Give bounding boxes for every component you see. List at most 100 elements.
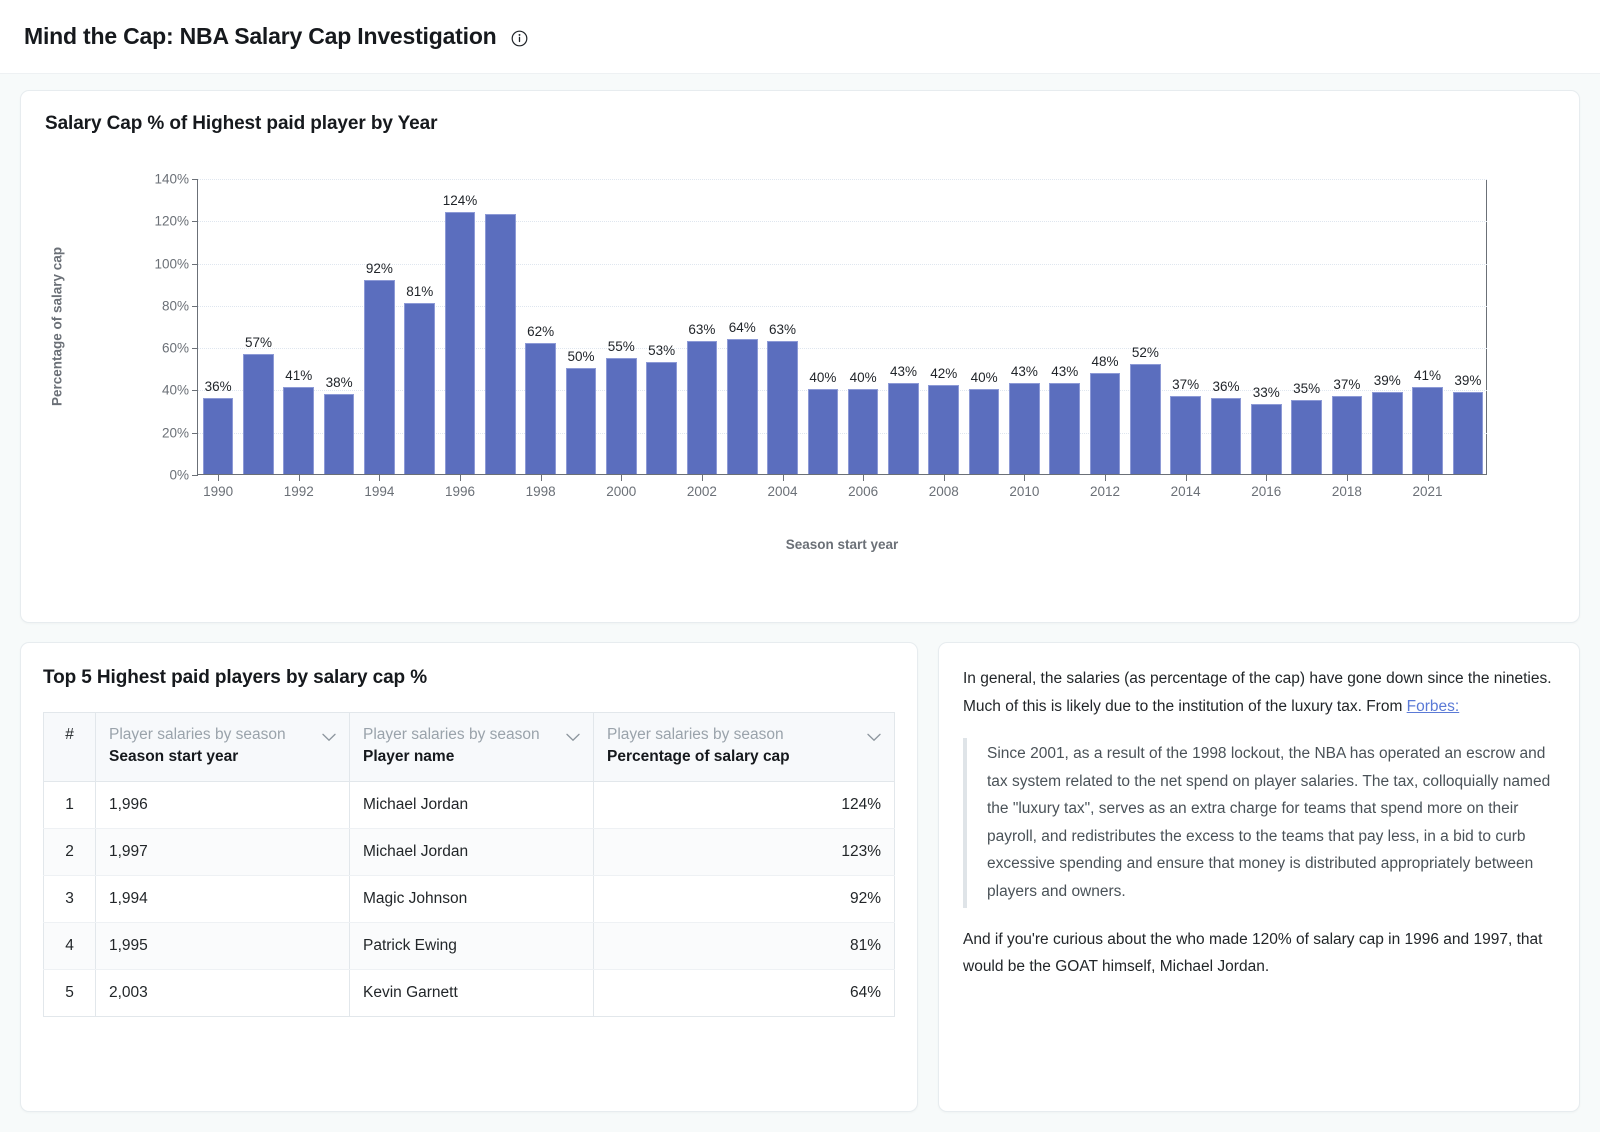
column-prefix: Player salaries by season xyxy=(109,726,286,743)
page-body: Salary Cap % of Highest paid player by Y… xyxy=(0,74,1600,1132)
bar[interactable] xyxy=(686,340,718,474)
y-tick-mark xyxy=(192,179,198,180)
column-field: Percentage of salary cap xyxy=(607,748,790,765)
bar[interactable] xyxy=(565,368,597,474)
bar-slot: 50% xyxy=(565,178,597,474)
cell-rank: 4 xyxy=(43,922,96,970)
bar[interactable] xyxy=(605,357,637,474)
y-tick-mark xyxy=(192,475,198,476)
bar[interactable] xyxy=(243,353,274,474)
column-header-percentage-of-salary-cap[interactable]: Player salaries by season Percentage of … xyxy=(593,712,895,782)
cell-player-name: Michael Jordan xyxy=(349,828,594,876)
x-tick-label: 2008 xyxy=(928,484,959,499)
y-tick-label: 80% xyxy=(161,298,189,314)
column-prefix: Player salaries by season xyxy=(363,726,540,743)
chevron-down-icon[interactable] xyxy=(322,727,336,768)
column-header-player-name[interactable]: Player salaries by season Player name xyxy=(349,712,594,782)
cell-rank: 2 xyxy=(43,828,96,876)
x-tick-label: 2018 xyxy=(1331,484,1362,499)
bar[interactable] xyxy=(444,211,476,474)
forbes-quote: Since 2001, as a result of the 1998 lock… xyxy=(963,738,1555,908)
x-tick-mark xyxy=(1266,474,1268,481)
table-body: 1 1,996 Michael Jordan 124% 2 1,997 Michael Jo… xyxy=(43,781,895,1017)
table-row[interactable]: 3 1,994 Magic Johnson 92% xyxy=(43,875,895,923)
bar[interactable] xyxy=(928,385,960,474)
bar[interactable] xyxy=(1452,391,1484,474)
bar[interactable] xyxy=(767,340,798,474)
bar-value-label: 41% xyxy=(1414,368,1442,384)
bar[interactable] xyxy=(807,389,839,474)
x-tick-mark xyxy=(218,474,220,481)
plot-area: 0% 20% 40% 60% 80% 100% 120% 140% 36% 1990 57% 41% 1… xyxy=(154,172,1487,499)
y-tick-label: 140% xyxy=(154,171,189,187)
bar-value-label: 40% xyxy=(970,370,998,386)
bar[interactable] xyxy=(1412,387,1443,474)
bar[interactable] xyxy=(1170,395,1201,474)
table-row[interactable]: 1 1,996 Michael Jordan 124% xyxy=(43,781,895,829)
bar-value-label: 39% xyxy=(1373,372,1401,388)
chart-card-title: Salary Cap % of Highest paid player by Y… xyxy=(45,113,438,134)
forbes-link[interactable]: Forbes: xyxy=(1407,698,1460,715)
column-field: Season start year xyxy=(109,748,239,765)
bar-slot: 124% 1996 xyxy=(443,178,478,499)
column-prefix: Player salaries by season xyxy=(607,726,784,743)
notes-intro-paragraph: In general, the salaries (as percentage … xyxy=(963,665,1555,720)
bar-value-label: 33% xyxy=(1252,385,1280,401)
x-tick-label: 2010 xyxy=(1009,484,1040,499)
bar[interactable] xyxy=(726,338,758,474)
bar[interactable] xyxy=(1130,364,1161,474)
bar[interactable] xyxy=(323,393,355,474)
bar[interactable] xyxy=(525,342,556,474)
bar[interactable] xyxy=(1371,391,1403,474)
bar[interactable] xyxy=(646,361,677,474)
bar[interactable] xyxy=(1291,400,1322,474)
bar-slot: 62% 1998 xyxy=(525,178,556,499)
table-row[interactable]: 5 2,003 Kevin Garnett 64% xyxy=(43,969,895,1017)
bar[interactable] xyxy=(1331,395,1363,474)
bar-value-label: 43% xyxy=(1051,364,1079,380)
bar[interactable] xyxy=(202,397,234,474)
column-header-season-start-year[interactable]: Player salaries by season Season start y… xyxy=(95,712,350,782)
cell-season-start-year: 1,996 xyxy=(95,781,350,829)
bar[interactable] xyxy=(847,389,879,474)
bar[interactable] xyxy=(1009,383,1040,474)
bar[interactable] xyxy=(1049,383,1081,474)
cell-player-name: Patrick Ewing xyxy=(349,922,594,970)
chevron-down-icon[interactable] xyxy=(566,727,580,768)
bar-slot: 35% xyxy=(1291,178,1322,474)
chevron-down-icon[interactable] xyxy=(867,727,881,768)
bar[interactable] xyxy=(968,389,1000,474)
table-card: Top 5 Highest paid players by salary cap… xyxy=(20,642,918,1112)
y-tick-label: 20% xyxy=(161,425,189,441)
bar-value-label: 40% xyxy=(849,370,877,386)
bar[interactable] xyxy=(364,279,395,474)
bar-value-label: 63% xyxy=(688,321,716,337)
bar-slot: 43% xyxy=(888,178,919,474)
info-circle-icon[interactable] xyxy=(511,30,528,47)
x-tick-label: 2000 xyxy=(606,484,637,499)
bar[interactable] xyxy=(888,383,919,474)
bar[interactable] xyxy=(283,387,315,474)
bar-slot: 92% 1994 xyxy=(364,178,395,499)
bar-value-label: 37% xyxy=(1172,376,1200,392)
bar[interactable] xyxy=(1089,372,1121,474)
y-tick-label: 60% xyxy=(161,340,189,356)
bar[interactable] xyxy=(404,302,436,474)
column-header-rank[interactable]: # xyxy=(43,712,96,782)
bar-slot: 57% xyxy=(243,178,274,474)
cell-player-name: Magic Johnson xyxy=(349,875,594,923)
page-title: Mind the Cap: NBA Salary Cap Investigati… xyxy=(24,23,497,49)
bar-slot: 52% xyxy=(1130,178,1161,474)
x-tick-mark xyxy=(1427,474,1429,481)
x-tick-mark xyxy=(379,474,381,481)
cell-percentage: 81% xyxy=(593,922,895,970)
bar[interactable] xyxy=(1210,397,1242,474)
bar[interactable] xyxy=(1250,404,1282,474)
bar[interactable] xyxy=(485,213,516,474)
x-tick-label: 1998 xyxy=(525,484,556,499)
x-tick-mark xyxy=(782,474,784,481)
cell-player-name: Kevin Garnett xyxy=(349,969,594,1017)
table-row[interactable]: 4 1,995 Patrick Ewing 81% xyxy=(43,922,895,970)
x-tick-mark xyxy=(540,474,542,481)
table-row[interactable]: 2 1,997 Michael Jordan 123% xyxy=(43,828,895,876)
